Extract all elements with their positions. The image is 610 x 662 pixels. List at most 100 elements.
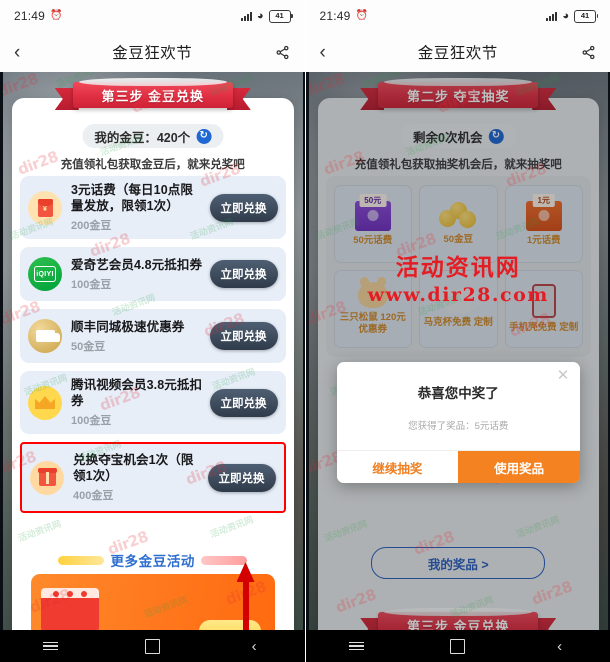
ribbon-highlight (78, 78, 227, 86)
reward-title: 爱奇艺会员4.8元抵扣券 (71, 257, 203, 272)
ribbon-highlight (384, 78, 533, 86)
prize-cell[interactable]: 手机壳免费 定制 (504, 270, 583, 348)
prize-label: 手机壳免费 定制 (509, 322, 579, 334)
list-item-info: 腾讯视频会员3.8元抵扣券 100金豆 (71, 377, 210, 428)
exchange-tip: 充值领礼包获取金豆后，就来兑奖吧 (60, 159, 245, 171)
prize-tag: 50元 (359, 194, 387, 208)
battery-icon: 41 (574, 9, 598, 23)
back-chevron-icon[interactable]: ‹ (543, 637, 577, 655)
reward-title: 顺丰同城极速优惠券 (71, 319, 185, 334)
close-icon[interactable]: ✕ (555, 368, 571, 384)
ribbon-highlight (384, 608, 533, 616)
win-dialog-subtitle: 您获得了奖品：5元话费 (408, 421, 509, 432)
wifi-icon: ◕ (562, 9, 569, 22)
prize-grid: 50元 50元话费 50金豆 1元 1元话费 三只松鼠 120元优惠券 马克杯免… (333, 185, 583, 348)
list-item-info: 兑换夺宝机会1次（限领1次） 400金豆 (73, 452, 208, 503)
home-square-icon[interactable] (441, 637, 475, 655)
purple-envelope-icon: 50元 (354, 194, 391, 232)
step-ribbon: 第三步 金豆兑换 (54, 78, 251, 114)
android-navigation-bar: ‹ (305, 630, 610, 662)
prize-cell[interactable]: 马克杯免费 定制 (419, 270, 498, 348)
prize-grid-board: 50元 50元话费 50金豆 1元 1元话费 三只松鼠 120元优惠券 马克杯免… (325, 176, 591, 357)
prize-cell[interactable]: 1元 1元话费 (504, 185, 583, 263)
use-prize-button[interactable]: 使用奖品 (458, 451, 580, 483)
wifi-icon: ◕ (256, 9, 264, 22)
prize-label: 1元话费 (526, 235, 561, 247)
win-dialog-title: 恭喜您中奖了 (417, 386, 499, 401)
step-ribbon: 第二步 夺宝抽奖 (360, 78, 556, 114)
status-bar-left: 21:49 ⏰ (320, 9, 368, 23)
android-navigation-bar: ‹ (0, 630, 305, 662)
more-activities-title: 更多金豆活动 (110, 554, 196, 569)
reward-title: 兑换夺宝机会1次（限领1次） (73, 453, 194, 483)
up-arrow-annotation (236, 562, 255, 630)
refresh-icon[interactable]: ↻ (196, 128, 212, 144)
ribbon-title: 第二步 夺宝抽奖 (406, 88, 510, 104)
menu-icon[interactable] (339, 637, 373, 655)
continue-draw-button[interactable]: 继续抽奖 (336, 451, 459, 483)
redeem-button[interactable]: 立即兑换 (209, 388, 278, 417)
list-item-info: 3元话费（每日10点限量发放，限领1次） 200金豆 (71, 182, 210, 233)
my-prizes-label: 我的奖品 > (427, 557, 489, 572)
status-bar-right: ◕ 41 (546, 9, 598, 23)
gift-box-icon (30, 460, 64, 495)
list-item-info: 顺丰同城极速优惠券 50金豆 (71, 319, 210, 354)
share-button[interactable] (574, 45, 596, 60)
my-prizes-button[interactable]: 我的奖品 > (371, 547, 546, 579)
app-nav-bar: ‹ 金豆狂欢节 (305, 32, 610, 72)
redeem-button[interactable]: 立即兑换 (207, 463, 276, 492)
status-time: 21:49 (14, 9, 46, 23)
battery-level: 41 (275, 11, 284, 21)
home-square-icon[interactable] (135, 637, 169, 655)
watermark-tile: dir28 (308, 72, 346, 101)
reward-cost: 100金豆 (71, 415, 112, 427)
page-content-left: 第三步 金豆兑换 我的金豆：420个 ↻ 充值领礼包获取金豆后，就来兑奖吧 ¥ … (0, 72, 305, 630)
watermark-tile: dir28 (3, 72, 41, 101)
status-bar-right: ◕ 41 (240, 9, 293, 23)
redeem-button[interactable]: 立即兑换 (209, 260, 278, 288)
prize-cell[interactable]: 三只松鼠 120元优惠券 (333, 270, 412, 348)
reward-cost: 400金豆 (73, 490, 114, 502)
back-button[interactable]: ‹ (14, 43, 36, 62)
list-item[interactable]: 腾讯视频会员3.8元抵扣券 100金豆 立即兑换 (20, 371, 286, 434)
more-activities-header: 更多金豆活动 (3, 550, 303, 570)
reward-cost: 200金豆 (71, 220, 112, 232)
status-time: 21:49 (319, 9, 351, 23)
list-item[interactable]: ¥ 3元话费（每日10点限量发放，限领1次） 200金豆 立即兑换 (20, 176, 286, 239)
mug-icon (445, 289, 480, 314)
list-item-highlighted[interactable]: 兑换夺宝机会1次（限领1次） 400金豆 立即兑换 (20, 442, 286, 513)
ribbon-title: 第三步 金豆兑换 (406, 618, 510, 631)
redeem-button[interactable]: 立即兑换 (209, 193, 278, 222)
reward-cost: 50金豆 (71, 340, 106, 353)
win-dialog-actions: 继续抽奖 使用奖品 (336, 450, 580, 483)
alarm-clock-icon: ⏰ (355, 10, 368, 21)
list-item-info: 爱奇艺会员4.8元抵扣券 100金豆 (71, 257, 210, 292)
my-beans-pill: 我的金豆：420个 ↻ (82, 124, 224, 148)
prize-label: 三只松鼠 120元优惠券 (339, 312, 406, 335)
golden-beans-icon (439, 202, 477, 230)
redeem-button[interactable]: 立即兑换 (209, 322, 278, 350)
refresh-icon[interactable]: ↻ (488, 128, 504, 144)
share-button[interactable] (268, 45, 290, 60)
status-bar-left: 21:49 ⏰ (14, 9, 62, 23)
reward-title: 腾讯视频会员3.8元抵扣券 (71, 378, 203, 408)
prize-cell[interactable]: 50金豆 (419, 185, 498, 263)
list-item[interactable]: 顺丰同城极速优惠券 50金豆 立即兑换 (20, 309, 286, 363)
reward-list: ¥ 3元话费（每日10点限量发放，限领1次） 200金豆 立即兑换 iQIYI … (20, 176, 286, 521)
battery-icon: 41 (268, 9, 293, 23)
reward-title: 3元话费（每日10点限量发放，限领1次） (71, 183, 193, 213)
orange-envelope-icon: 1元 (525, 194, 562, 232)
alarm-clock-icon: ⏰ (50, 10, 63, 21)
page-title: 金豆狂欢节 (417, 45, 498, 62)
back-button[interactable]: ‹ (320, 43, 342, 62)
menu-icon[interactable] (34, 637, 68, 655)
page-title: 金豆狂欢节 (112, 45, 193, 62)
battery-level: 41 (580, 11, 590, 21)
status-bar: 21:49 ⏰ ◕ 41 (305, 0, 610, 32)
app-nav-bar: ‹ 金豆狂欢节 (0, 32, 305, 72)
left-phone-screenshot: 21:49 ⏰ ◕ 41 ‹ 金豆狂欢节 第三步 金豆兑换 我的金豆：420个 … (0, 0, 306, 662)
list-item[interactable]: iQIYI 爱奇艺会员4.8元抵扣券 100金豆 立即兑换 (20, 247, 286, 301)
calendar-icon (41, 588, 99, 630)
prize-cell[interactable]: 50元 50元话费 (333, 185, 412, 263)
back-chevron-icon[interactable]: ‹ (237, 637, 271, 655)
